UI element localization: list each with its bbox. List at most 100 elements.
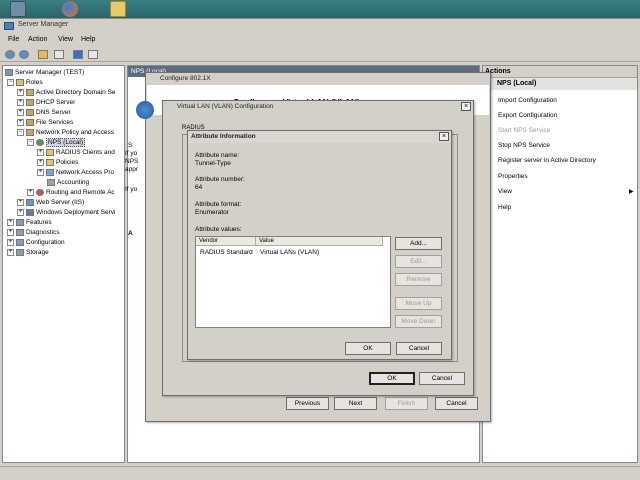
action-start-nps[interactable]: Start NPS Service [498,127,550,134]
action-register-ad[interactable]: Register server in Active Directory [498,157,596,164]
fragment-s: S [128,142,133,149]
actions-pane: Actions NPS (Local) Import Configuration… [482,65,638,463]
roles-icon [16,78,24,86]
routing-icon [36,188,44,196]
close-icon[interactable]: × [439,132,449,141]
help-icon[interactable] [73,50,83,59]
expand-icon[interactable]: + [17,118,24,126]
move-up-button[interactable]: Move Up [395,297,442,310]
tree-item-features[interactable]: + Features [7,218,52,228]
tree-item-roles[interactable]: − Roles [7,78,43,88]
wizard-cancel-button[interactable]: Cancel [435,397,478,410]
expand-icon[interactable]: + [7,218,14,226]
fragment-if-you-2: If yo [125,186,138,193]
nap-icon [46,168,54,176]
action-view[interactable]: View [498,188,512,195]
tree-item-nps-local[interactable]: − NPS (Local) [27,138,86,148]
folder-icon [46,148,54,156]
collapse-icon[interactable]: − [17,128,24,136]
attr-cancel-button[interactable]: Cancel [396,342,442,355]
attr-name-value: Tunnel-Type [195,160,231,167]
tree-item-dns[interactable]: + DNS Server [17,108,71,118]
tree-item-diagnostics[interactable]: + Diagnostics [7,228,60,238]
expand-icon[interactable]: + [7,248,14,256]
tree-item-routing[interactable]: + Routing and Remote Ac [27,188,115,198]
submenu-arrow-icon: ▶ [629,189,634,195]
tree-item-radius-clients[interactable]: + RADIUS Clients and [37,148,115,158]
role-icon [26,98,34,106]
tree-item-wds[interactable]: + Windows Deployment Servi [17,208,115,218]
expand-icon[interactable]: + [17,108,24,116]
window-title: Server Manager [18,21,69,28]
tree-item-ad[interactable]: + Active Directory Domain Se [17,88,115,98]
tree-item-nap[interactable]: + Network Access Pro [37,168,114,178]
action-import[interactable]: Import Configuration [498,97,557,104]
close-icon[interactable]: × [461,102,471,111]
expand-icon[interactable]: + [7,228,14,236]
up-folder-icon[interactable] [38,50,48,59]
menu-view[interactable]: View [58,36,73,43]
expand-icon[interactable]: + [37,168,44,176]
app-icon [4,22,14,30]
expand-icon[interactable]: + [37,158,44,166]
expand-icon[interactable]: + [37,148,44,156]
row-value[interactable]: Virtual LANs (VLAN) [260,249,319,256]
firefox-icon[interactable] [62,1,78,17]
previous-button[interactable]: Previous [286,397,329,410]
expand-icon[interactable]: + [17,208,24,216]
vlan-cancel-button[interactable]: Cancel [419,372,465,385]
fragment-if-you: If yo [125,150,138,157]
remove-button[interactable]: Remove [395,273,442,286]
expand-icon[interactable]: + [17,198,24,206]
tree-item-dhcp[interactable]: + DHCP Server [17,98,75,108]
expand-icon[interactable]: + [7,238,14,246]
attr-ok-button[interactable]: OK [345,342,391,355]
attr-title-bar[interactable]: Attribute Information [188,131,451,143]
action-help[interactable]: Help [498,204,511,211]
back-icon[interactable] [5,50,15,59]
action-stop-nps[interactable]: Stop NPS Service [498,142,550,149]
vlan-ok-button[interactable]: OK [369,372,415,385]
nps-icon [36,138,44,146]
next-button[interactable]: Next [334,397,377,410]
expand-icon[interactable]: + [27,188,34,196]
menu-help[interactable]: Help [81,36,95,43]
forward-icon[interactable] [19,50,29,59]
expand-icon[interactable]: + [17,98,24,106]
fragment-nps: NPS [125,158,139,165]
collapse-icon[interactable]: − [27,138,34,146]
attr-number-value: 64 [195,184,203,191]
menu-action[interactable]: Action [28,36,47,43]
folder-icon[interactable] [110,1,126,17]
tree-item-accounting[interactable]: Accounting [47,178,89,188]
column-vendor[interactable]: Vendor [196,237,256,246]
tree-item-storage[interactable]: + Storage [7,248,49,258]
tree-item-root[interactable]: Server Manager (TEST) [5,68,84,78]
expand-icon[interactable]: + [17,88,24,96]
server-icon [5,68,13,76]
add-button[interactable]: Add... [395,237,442,250]
tree-item-configuration[interactable]: + Configuration [7,238,65,248]
tree-item-npas[interactable]: − Network Policy and Access [17,128,114,138]
tree-item-iis[interactable]: + Web Server (IIS) [17,198,84,208]
show-hide-tree-icon[interactable] [54,50,64,59]
action-properties[interactable]: Properties [498,173,528,180]
row-vendor[interactable]: RADIUS Standard [200,249,253,256]
window-title-bar[interactable]: Server Manager [0,19,640,33]
vlan-title-bar[interactable]: Virtual LAN (VLAN) Configuration [163,101,473,113]
wizard-title-bar[interactable]: Configure 802.1X [146,73,490,85]
column-value[interactable]: Value [256,237,383,246]
collapse-icon[interactable]: − [7,78,14,86]
server-manager-icon[interactable] [10,1,26,17]
properties-icon[interactable] [88,50,98,59]
finish-button[interactable]: Finish [385,397,428,410]
tree-item-file-services[interactable]: + File Services [17,118,73,128]
actions-subheader[interactable]: NPS (Local) [483,78,637,90]
edit-button[interactable]: Edit... [395,255,442,268]
move-down-button[interactable]: Move Down [395,315,442,328]
tree-item-policies[interactable]: + Policies [37,158,78,168]
action-export[interactable]: Export Configuration [498,112,557,119]
attr-values-list[interactable]: Vendor Value RADIUS Standard Virtual LAN… [195,236,391,328]
role-icon [26,108,34,116]
menu-file[interactable]: File [8,36,19,43]
